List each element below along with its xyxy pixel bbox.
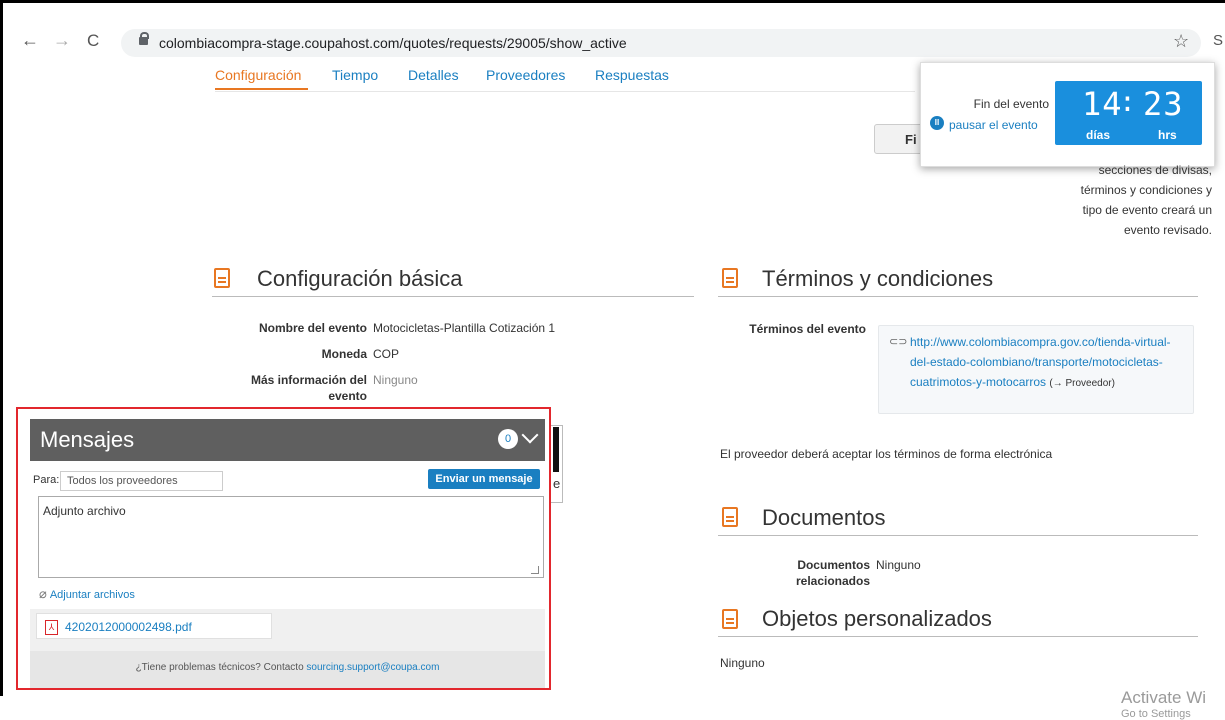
hours-value: 23 (1143, 85, 1184, 123)
bookmark-star-icon[interactable]: ☆ (1173, 31, 1189, 52)
messages-footer: ¿Tiene problemas técnicos? Contacto sour… (30, 651, 545, 688)
covered-bar (553, 427, 559, 472)
paperclip-icon: ⌀ (39, 586, 47, 601)
terms-link[interactable]: http://www.colombiacompra.gov.co/tienda-… (910, 335, 1171, 389)
support-email-link[interactable]: sourcing.support@coupa.com (306, 662, 439, 673)
finish-event-label: Fi (905, 132, 917, 147)
tab-tiempo[interactable]: Tiempo (332, 67, 378, 83)
link-icon: ⊂⊃ (889, 336, 908, 348)
basic-config-icon (214, 268, 230, 288)
more-info-label: Más información del evento (250, 373, 367, 403)
event-name-label: Nombre del evento (258, 321, 367, 335)
more-info-value: Ninguno (373, 373, 418, 387)
pdf-icon: ⅄ (45, 620, 58, 635)
currency-label: Moneda (321, 347, 367, 361)
tab-respuestas[interactable]: Respuestas (595, 67, 669, 83)
related-docs-value: Ninguno (876, 558, 921, 572)
browser-toolbar: ← → C colombiacompra-stage.coupahost.com… (3, 3, 1225, 61)
custom-objects-rule (718, 636, 1198, 637)
url-text[interactable]: colombiacompra-stage.coupahost.com/quote… (159, 35, 627, 51)
resize-handle-icon[interactable] (531, 566, 539, 574)
covered-text: e (553, 476, 561, 491)
recipient-value: Todos los proveedores (67, 475, 178, 487)
event-timer-card: Fin del evento II pausar el evento 14 : … (920, 62, 1215, 167)
hours-unit: hrs (1158, 128, 1177, 142)
supplier-note: (→ Proveedor) (1049, 378, 1115, 389)
chevron-down-icon[interactable] (521, 426, 539, 444)
attach-files-link[interactable]: ⌀ Adjuntar archivos (39, 586, 135, 602)
messages-body: Para: Todos los proveedores Enviar un me… (30, 461, 545, 688)
event-terms-label: Términos del evento (749, 322, 866, 336)
message-textarea[interactable]: Adjunto archivo (38, 496, 544, 578)
attach-files-label: Adjuntar archivos (49, 589, 135, 601)
related-docs-label: Documentos relacionados (795, 558, 870, 588)
messages-title: Mensajes (40, 427, 135, 452)
timer-colon: : (1119, 85, 1136, 118)
terms-icon (722, 268, 738, 288)
timer-label: Fin del evento (973, 97, 1049, 111)
revised-note-line: términos y condiciones y (1080, 183, 1212, 197)
recipient-field[interactable]: Todos los proveedores (60, 471, 223, 491)
documents-title: Documentos (762, 505, 886, 530)
tab-proveedores[interactable]: Proveedores (486, 67, 565, 83)
windows-activation-watermark: Activate Wi (1121, 688, 1207, 707)
currency-value: COP (373, 347, 400, 361)
windows-activation-subtext: Go to Settings (1121, 708, 1191, 720)
accept-terms-note: El proveedor deberá aceptar los términos… (720, 447, 1053, 461)
documents-icon (722, 507, 738, 527)
days-unit: días (1086, 128, 1111, 142)
tabs-divider (215, 91, 915, 92)
revised-note-line: tipo de evento creará un (1082, 203, 1212, 217)
attachment-filename[interactable]: 4202012000002498.pdf (65, 620, 192, 634)
messages-header[interactable]: Mensajes 0 (30, 419, 545, 461)
address-bar[interactable]: colombiacompra-stage.coupahost.com/quote… (121, 29, 1201, 57)
documents-rule (718, 535, 1198, 536)
attachments-area: ⅄ 4202012000002498.pdf (30, 609, 545, 651)
basic-config-title: Configuración básica (257, 266, 463, 291)
tab-configuracion[interactable]: Configuración (215, 67, 301, 83)
revised-note-line: evento revisado. (1123, 223, 1212, 237)
extension-icon[interactable]: S (1213, 32, 1223, 49)
terms-link-area: http://www.colombiacompra.gov.co/tienda-… (910, 332, 1180, 394)
send-message-button[interactable]: Enviar un mensaje (428, 469, 540, 489)
lock-icon (139, 32, 149, 45)
basic-config-rule (212, 296, 694, 297)
reload-icon[interactable]: C (87, 32, 99, 49)
back-icon[interactable]: ← (21, 31, 39, 49)
forward-icon[interactable]: → (53, 31, 71, 49)
to-label: Para: (33, 474, 60, 486)
terms-title: Términos y condiciones (762, 266, 994, 291)
messages-count-badge: 0 (498, 429, 518, 449)
revised-note-line: secciones de divisas, (1098, 163, 1212, 177)
revised-event-note: secciones de divisas, términos y condici… (1012, 160, 1212, 240)
message-text: Adjunto archivo (43, 504, 126, 518)
countdown-display: 14 : 23 días hrs (1055, 81, 1202, 145)
terms-rule (718, 296, 1198, 297)
custom-objects-value: Ninguno (720, 656, 765, 670)
pause-event-link[interactable]: pausar el evento (949, 118, 1038, 132)
send-message-label: Enviar un mensaje (435, 473, 533, 485)
messages-panel: Mensajes 0 Para: Todos los proveedores E… (16, 407, 551, 690)
support-text: ¿Tiene problemas técnicos? Contacto (135, 662, 304, 673)
pause-icon[interactable]: II (930, 116, 944, 130)
terms-link-box: ⊂⊃ http://www.colombiacompra.gov.co/tien… (878, 325, 1194, 414)
tab-detalles[interactable]: Detalles (408, 67, 459, 83)
event-name-value: Motocicletas-Plantilla Cotización 1 (373, 321, 556, 335)
days-value: 14 (1082, 85, 1123, 123)
custom-objects-icon (722, 609, 738, 629)
active-tab-indicator (215, 88, 308, 90)
attachment-chip[interactable]: ⅄ 4202012000002498.pdf (36, 613, 272, 639)
custom-objects-title: Objetos personalizados (762, 606, 992, 631)
